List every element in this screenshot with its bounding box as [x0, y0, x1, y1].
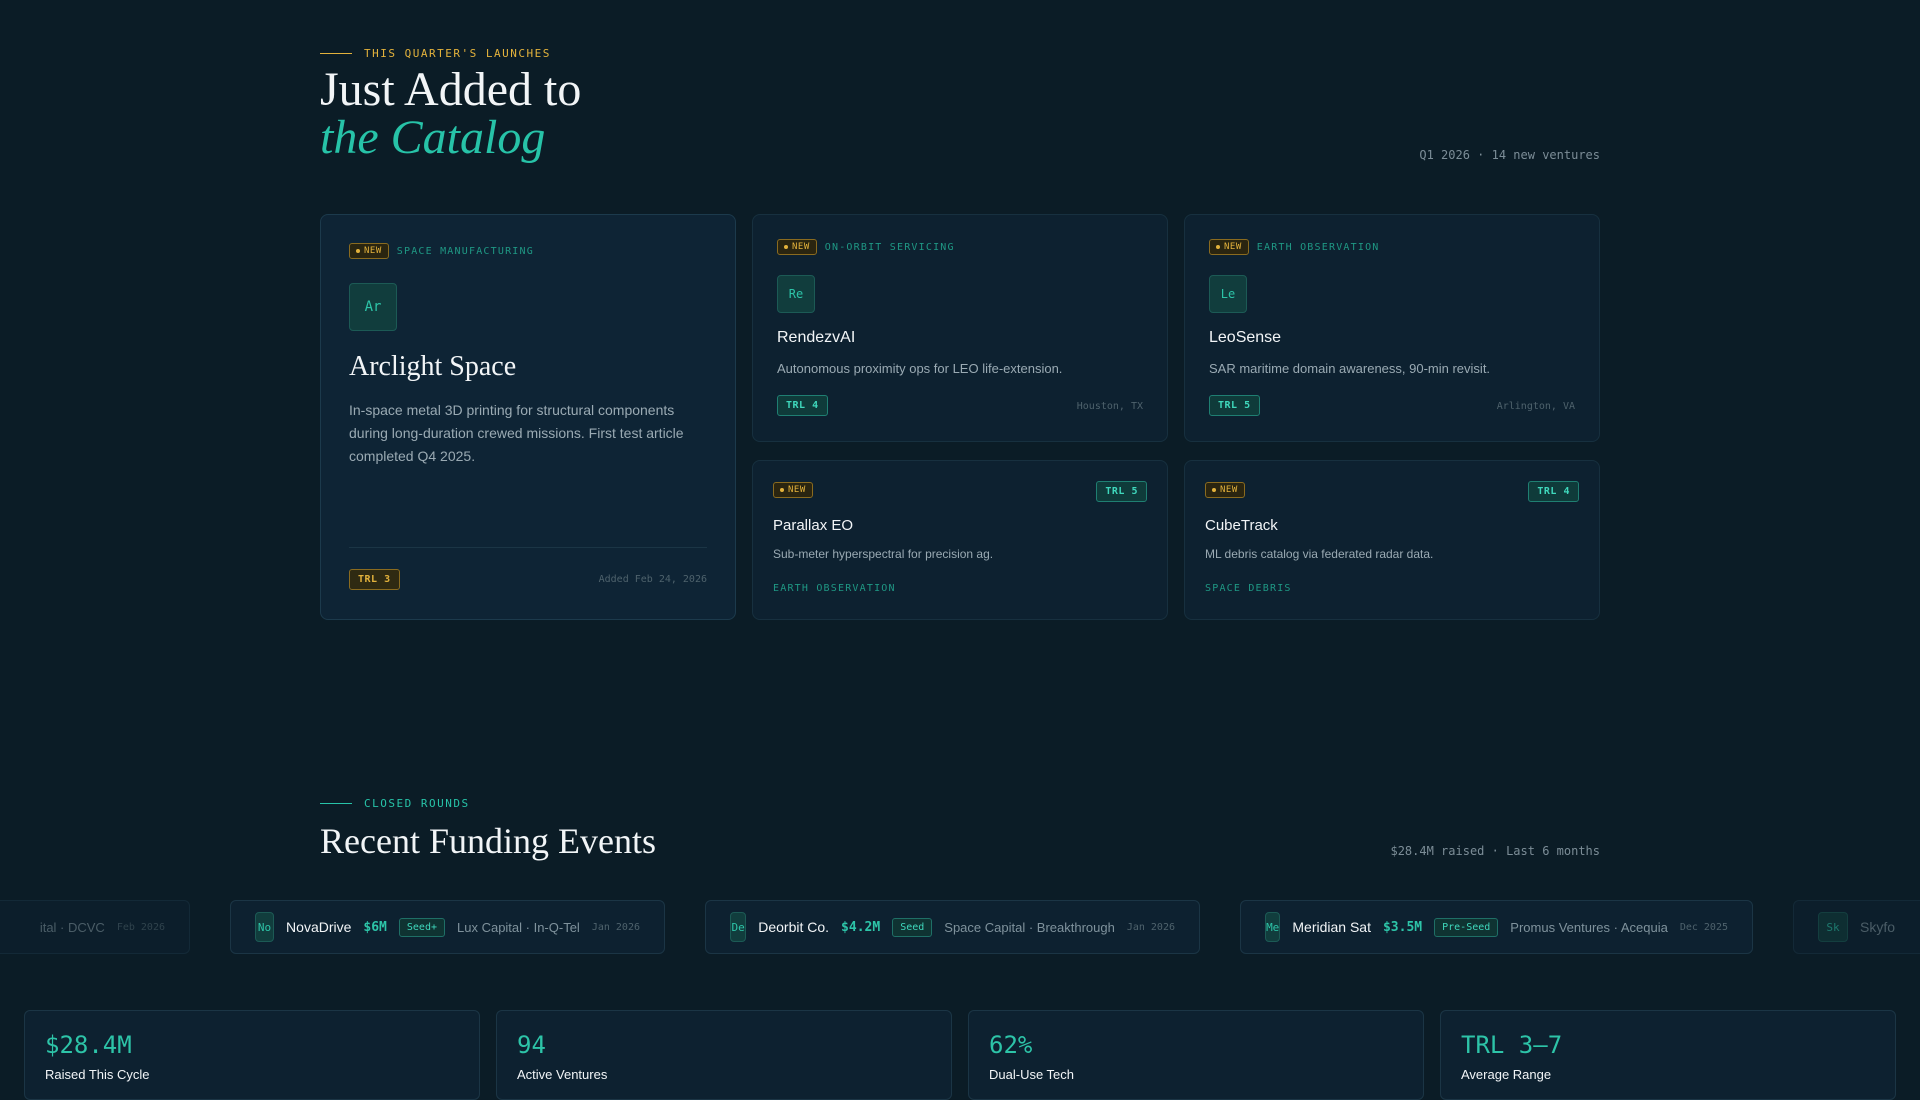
- eyebrow-line: [320, 803, 352, 804]
- eyebrow-label: THIS QUARTER'S LAUNCHES: [364, 47, 551, 60]
- new-badge: NEW: [773, 482, 813, 498]
- funding-event-partial[interactable]: ital · DCVC Feb 2026: [0, 900, 190, 954]
- venture-description: In-space metal 3D printing for structura…: [349, 402, 684, 464]
- venture-description: Sub-meter hyperspectral for precision ag…: [773, 547, 994, 561]
- stat-value: 94: [517, 1031, 546, 1059]
- venture-description: SAR maritime domain awareness, 90-min re…: [1209, 361, 1491, 376]
- venture-card[interactable]: NEW TRL 4 CubeTrack ML debris catalog vi…: [1184, 460, 1600, 620]
- avatar: Le: [1209, 275, 1247, 313]
- launches-eyebrow: THIS QUARTER'S LAUNCHES: [320, 47, 551, 60]
- event-date: Dec 2025: [1679, 921, 1728, 933]
- trl-badge: TRL 3: [349, 569, 400, 590]
- new-badge: NEW: [1209, 239, 1249, 255]
- stat-card: $28.4M Raised This Cycle: [24, 1010, 480, 1100]
- investors: Lux Capital · In-Q-Tel: [457, 919, 580, 935]
- category-label: SPACE DEBRIS: [1205, 583, 1292, 594]
- venture-card[interactable]: NEW ON-ORBIT SERVICING Re RendezvAI Auto…: [752, 214, 1168, 442]
- category-label: EARTH OBSERVATION: [773, 583, 896, 594]
- category-label: EARTH OBSERVATION: [1256, 241, 1380, 253]
- event-date: Feb 2026: [116, 921, 165, 933]
- eyebrow-label: CLOSED ROUNDS: [364, 797, 470, 810]
- avatar: Me: [1265, 912, 1281, 942]
- trl-badge: TRL 5: [1096, 481, 1147, 502]
- funding-title: Recent Funding Events: [320, 821, 656, 861]
- dot-icon: [1212, 488, 1216, 492]
- dot-icon: [356, 249, 360, 253]
- investors: Promus Ventures · Acequia: [1510, 919, 1668, 935]
- funding-event-partial[interactable]: Sk Skyfo: [1793, 900, 1920, 954]
- dot-icon: [780, 488, 784, 492]
- venture-name: Parallax EO: [773, 517, 854, 534]
- stat-value: 62%: [989, 1031, 1033, 1059]
- trl-badge: TRL 4: [1528, 481, 1579, 502]
- location: Houston, TX: [1076, 401, 1143, 412]
- amount: $6M: [363, 919, 387, 935]
- venture-name: RendezvAI: [777, 329, 856, 346]
- category-label: ON-ORBIT SERVICING: [824, 241, 955, 253]
- divider: [349, 547, 707, 548]
- event-date: Jan 2026: [1126, 921, 1175, 933]
- eyebrow-line: [320, 53, 352, 54]
- stat-value: TRL 3–7: [1461, 1031, 1563, 1059]
- funding-event[interactable]: De Deorbit Co. $4.2M Seed Space Capital …: [705, 900, 1200, 954]
- company-name: Skyfo: [1860, 919, 1896, 935]
- event-date: Jan 2026: [591, 921, 640, 933]
- venture-name: LeoSense: [1209, 329, 1282, 346]
- venture-name: CubeTrack: [1205, 517, 1278, 534]
- stage-badge: Seed+: [398, 917, 445, 937]
- avatar: No: [255, 912, 275, 942]
- dot-icon: [1216, 245, 1220, 249]
- venture-description: Autonomous proximity ops for LEO life-ex…: [777, 361, 1063, 376]
- venture-name: Arclight Space: [349, 351, 517, 382]
- avatar: Sk: [1818, 912, 1848, 942]
- new-badge: NEW: [349, 243, 389, 259]
- venture-card[interactable]: NEW EARTH OBSERVATION Le LeoSense SAR ma…: [1184, 214, 1600, 442]
- investors: ital · DCVC: [39, 919, 105, 935]
- funding-eyebrow: CLOSED ROUNDS: [320, 797, 470, 810]
- stat-value: $28.4M: [45, 1031, 132, 1059]
- trl-badge: TRL 4: [777, 395, 828, 416]
- trl-badge: TRL 5: [1209, 395, 1260, 416]
- avatar: De: [730, 912, 747, 942]
- company-name: NovaDrive: [286, 919, 352, 935]
- funding-event[interactable]: No NovaDrive $6M Seed+ Lux Capital · In-…: [230, 900, 665, 954]
- new-badge: NEW: [1205, 482, 1245, 498]
- amount: $4.2M: [841, 919, 881, 935]
- company-name: Deorbit Co.: [758, 919, 830, 935]
- stage-badge: Pre-Seed: [1434, 917, 1499, 937]
- stat-card: TRL 3–7 Average Range: [1440, 1010, 1896, 1100]
- title-line-2: the Catalog: [320, 111, 546, 164]
- dot-icon: [784, 245, 788, 249]
- venture-card[interactable]: NEW TRL 5 Parallax EO Sub-meter hyperspe…: [752, 460, 1168, 620]
- location: Arlington, VA: [1496, 401, 1575, 412]
- avatar: Ar: [349, 283, 397, 331]
- venture-description: ML debris catalog via federated radar da…: [1205, 547, 1434, 561]
- launches-meta: Q1 2026 · 14 new ventures: [1419, 148, 1600, 162]
- new-badge: NEW: [777, 239, 817, 255]
- title-line-1: Just Added to: [320, 63, 582, 116]
- page-title: Just Added to the Catalog: [320, 66, 581, 162]
- stat-card: 94 Active Ventures: [496, 1010, 952, 1100]
- avatar: Re: [777, 275, 815, 313]
- company-name: Meridian Sat: [1292, 919, 1371, 935]
- added-date: Added Feb 24, 2026: [598, 574, 707, 585]
- stat-card: 62% Dual-Use Tech: [968, 1010, 1424, 1100]
- amount: $3.5M: [1382, 919, 1423, 935]
- investors: Space Capital · Breakthrough: [944, 919, 1115, 935]
- featured-venture-card[interactable]: NEW SPACE MANUFACTURING Ar Arclight Spac…: [320, 214, 736, 620]
- funding-event[interactable]: Me Meridian Sat $3.5M Pre-Seed Promus Ve…: [1240, 900, 1753, 954]
- funding-meta: $28.4M raised · Last 6 months: [1390, 844, 1600, 858]
- category-label: SPACE MANUFACTURING: [396, 245, 534, 257]
- stage-badge: Seed: [892, 917, 933, 937]
